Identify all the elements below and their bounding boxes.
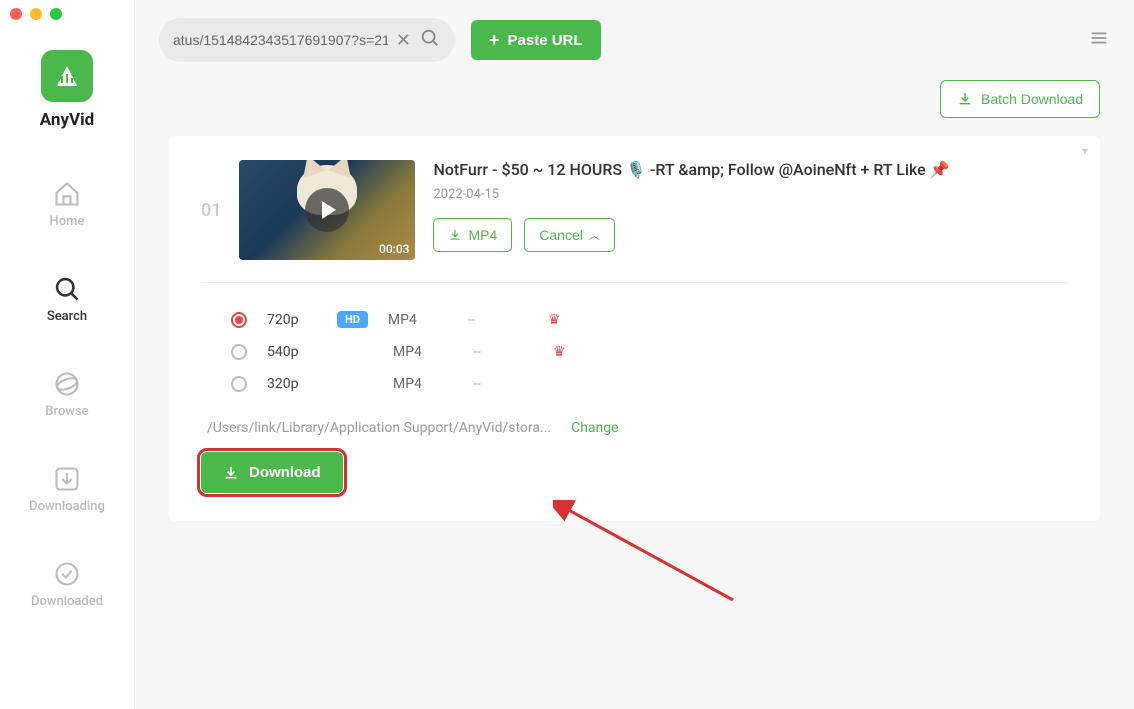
search-icon [53,275,81,303]
home-icon [53,180,81,208]
main-area: ✕ + Paste URL Batch Download ▾ 01 [135,0,1134,709]
window-controls [10,8,62,20]
format-label: MP4 [393,344,453,360]
browse-icon [53,370,81,398]
plus-icon: + [489,30,500,51]
nav-browse[interactable]: Browse [45,370,88,419]
save-path-row: /Users/link/Library/Application Support/… [207,420,1068,436]
mp4-label: MP4 [468,227,497,243]
result-info: NotFurr - $50 ~ 12 HOURS 🎙️ -RT &amp; Fo… [433,160,1068,252]
radio-720p[interactable] [231,312,247,328]
crown-icon: ♛ [553,344,566,360]
nav-downloading[interactable]: Downloading [29,465,105,514]
sidebar: AnyVid Home Search Browse Downloading Do… [0,0,135,709]
size-label: -- [473,376,533,392]
format-label: MP4 [388,312,448,328]
menu-button[interactable] [1088,27,1110,53]
close-window-button[interactable] [10,8,22,20]
maximize-window-button[interactable] [50,8,62,20]
paste-url-label: Paste URL [508,32,583,49]
download-wrap: Download [201,452,343,493]
minimize-window-button[interactable] [30,8,42,20]
url-input[interactable] [173,32,388,48]
size-label: -- [468,312,528,328]
cancel-button[interactable]: Cancel ︿ [524,218,615,252]
result-card: ▾ 01 00:03 NotFurr - $50 ~ 12 HOURS 🎙️ -… [169,136,1100,521]
cancel-label: Cancel [539,227,583,243]
mp4-button[interactable]: MP4 [433,218,512,252]
nav-home[interactable]: Home [50,180,85,229]
downloading-icon [53,465,81,493]
radio-540p[interactable] [231,344,247,360]
resolution-label: 720p [267,312,317,328]
nav-label: Downloading [29,499,105,514]
batch-download-label: Batch Download [981,91,1083,107]
nav-label: Browse [45,404,88,419]
video-duration: 00:03 [379,242,409,256]
format-row[interactable]: 540p MP4 -- ♛ [231,336,1068,368]
clear-input-icon[interactable]: ✕ [396,30,411,51]
brand-label: AnyVid [40,110,94,130]
downloaded-icon [53,560,81,588]
search-submit-icon[interactable] [419,27,441,53]
card-header: 01 00:03 NotFurr - $50 ~ 12 HOURS 🎙️ -RT… [201,160,1068,260]
nav-downloaded[interactable]: Downloaded [31,560,103,609]
save-path: /Users/link/Library/Application Support/… [207,420,551,436]
result-actions: MP4 Cancel ︿ [433,218,1068,252]
video-title: NotFurr - $50 ~ 12 HOURS 🎙️ -RT &amp; Fo… [433,160,1068,179]
format-row[interactable]: 320p MP4 -- [231,368,1068,400]
topbar: ✕ + Paste URL [135,0,1134,80]
nav-label: Search [47,309,87,324]
video-thumbnail[interactable]: 00:03 [239,160,415,260]
resolution-label: 320p [267,376,317,392]
crown-icon: ♛ [548,312,561,328]
change-path-link[interactable]: Change [571,420,618,436]
format-label: MP4 [393,376,453,392]
video-date: 2022-04-15 [433,187,1068,202]
batch-download-button[interactable]: Batch Download [940,80,1100,118]
format-list: 720p HD MP4 -- ♛ 540p MP4 -- ♛ 320p MP4 … [231,303,1068,400]
search-pill: ✕ [159,18,455,62]
download-label: Download [249,464,321,481]
nav-label: Home [50,214,85,229]
divider [201,282,1068,283]
nav-search[interactable]: Search [47,275,87,324]
paste-url-button[interactable]: + Paste URL [471,20,601,60]
chevron-up-icon: ︿ [589,227,600,243]
play-icon [305,188,349,232]
format-row[interactable]: 720p HD MP4 -- ♛ [231,303,1068,336]
app-logo [41,50,93,102]
collapse-icon[interactable]: ▾ [1082,144,1088,158]
radio-320p[interactable] [231,376,247,392]
hd-badge: HD [337,311,368,328]
resolution-label: 540p [267,344,317,360]
size-label: -- [473,344,533,360]
nav-label: Downloaded [31,594,103,609]
download-button[interactable]: Download [201,452,343,493]
result-index: 01 [201,200,221,221]
batch-row: Batch Download [135,80,1134,136]
